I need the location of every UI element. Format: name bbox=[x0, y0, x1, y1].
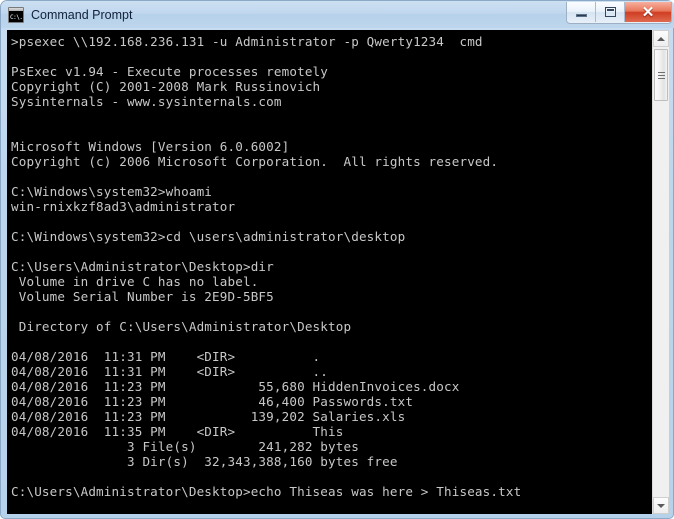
minimize-button[interactable] bbox=[567, 2, 596, 22]
console-text: >psexec \\192.168.236.131 -u Administrat… bbox=[11, 34, 522, 499]
maximize-button[interactable] bbox=[596, 2, 625, 22]
title-bar-left-group: C:\. Command Prompt bbox=[8, 5, 132, 25]
scroll-up-button[interactable] bbox=[653, 30, 669, 47]
title-bar[interactable]: C:\. Command Prompt ✕ bbox=[1, 1, 674, 28]
scrollbar-grip-icon bbox=[657, 71, 665, 79]
maximize-icon bbox=[604, 7, 616, 17]
close-button[interactable]: ✕ bbox=[625, 2, 671, 22]
minimize-icon bbox=[575, 13, 587, 17]
window-controls: ✕ bbox=[566, 2, 672, 24]
scroll-down-button[interactable] bbox=[653, 497, 669, 514]
scroll-up-arrow-icon bbox=[657, 36, 665, 41]
console-output-area[interactable]: >psexec \\192.168.236.131 -u Administrat… bbox=[7, 30, 669, 514]
console-scrollbar[interactable] bbox=[652, 30, 669, 514]
scrollbar-thumb[interactable] bbox=[654, 49, 668, 101]
window-title: Command Prompt bbox=[31, 8, 133, 22]
console-icon: C:\. bbox=[8, 7, 24, 23]
console-icon-label: C:\. bbox=[10, 14, 23, 21]
close-icon: ✕ bbox=[641, 3, 655, 21]
scroll-down-arrow-icon bbox=[657, 503, 665, 508]
command-prompt-window: C:\. Command Prompt ✕ >psexec \\192.168.… bbox=[0, 0, 674, 519]
